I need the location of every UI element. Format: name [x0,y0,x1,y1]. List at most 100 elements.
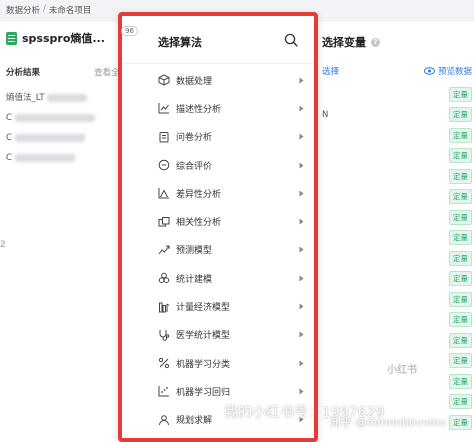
quantitative-tag: 定量 [449,168,472,184]
chevron-right-icon [299,331,304,338]
algorithm-category-label: 医学统计模型 [176,331,231,342]
algorithm-category-item[interactable]: 计量经济模型 [158,292,304,320]
variable-tabs: 选择 预览数据 [322,65,472,77]
chevron-right-icon [299,190,304,197]
variable-row[interactable]: 定量 [322,166,472,187]
quantitative-tag: 定量 [449,189,472,205]
quantitative-tag: 定量 [449,312,472,328]
quantitative-tag: 定量 [449,86,472,102]
variable-row[interactable]: 定量 [322,248,472,269]
algorithm-category-list: 数据处理描述性分析问卷分析综合评价差异性分析相关性分析预测模型统计建模计量经济模… [158,66,304,442]
algorithm-panel-header: 选择算法 [122,16,314,64]
search-icon[interactable] [284,33,298,47]
percent-icon [158,358,170,369]
redacted-text [47,93,88,102]
bars-icon [159,302,170,313]
algorithm-category-item[interactable]: 差异性分析 [158,179,304,207]
variable-row[interactable]: 定量 [322,289,472,310]
variable-panel-header: 选择变量 ? [322,34,380,50]
result-item[interactable]: C [6,108,122,128]
line-chart-icon [158,103,169,114]
watermark-right: 知乎 @mmnnbbvvmv [330,416,447,429]
quantitative-tag: 定量 [449,332,472,348]
edge-mark: 2 [0,240,6,250]
redacted-text [14,133,85,142]
quantitative-tag: 定量 [449,373,472,389]
quantitative-tag: 定量 [449,209,472,225]
chevron-right-icon [299,77,304,84]
quantitative-tag: 定量 [449,107,472,123]
algorithm-category-item[interactable]: 医学统计模型 [158,321,304,349]
variable-row[interactable]: 定量 [322,84,472,105]
file-row[interactable]: spsspro熵值... [6,30,105,46]
algorithm-category-item[interactable]: 综合评价 [158,151,304,179]
variable-row[interactable]: 定量 [322,228,472,249]
clipboard-icon [159,131,169,143]
quantitative-tag: 定量 [449,230,472,246]
count-badge: 96 [121,26,138,36]
variable-row[interactable]: 定量 [322,207,472,228]
quantitative-tag: 定量 [449,148,472,164]
algorithm-category-item[interactable]: 相关性分析 [158,207,304,235]
redacted-text [14,113,95,122]
result-item[interactable]: C [6,128,122,148]
triangle-chart-icon [158,188,169,199]
result-item[interactable]: C [6,148,122,168]
algorithm-category-label: 数据处理 [176,76,213,87]
axis-chart-icon [158,386,169,397]
algorithm-category-item[interactable]: 预测模型 [158,236,304,264]
quantitative-tag: 定量 [449,353,472,369]
quantitative-tag: 定量 [449,127,472,143]
variable-name: N [322,109,329,120]
variable-row[interactable]: 定量 [322,146,472,167]
chevron-right-icon [299,218,304,225]
preview-data-button[interactable]: 预览数据 [423,65,472,77]
results-title: 分析结果 [6,68,41,78]
algorithm-category-label: 综合评价 [176,161,213,172]
chevron-right-icon [299,388,304,395]
chevron-right-icon [299,360,304,367]
algorithm-category-label: 机器学习回归 [176,387,231,398]
variable-row[interactable]: 定量 [322,187,472,208]
tab-select[interactable]: 选择 [322,65,339,77]
chevron-right-icon [299,275,304,282]
chevron-right-icon [299,303,304,310]
chevron-right-icon [299,105,304,112]
variable-row[interactable]: 定量 [322,310,472,331]
preview-data-label: 预览数据 [437,67,472,77]
algorithm-category-item[interactable]: 问卷分析 [158,123,304,151]
result-item[interactable]: 熵值法_LT [6,88,122,108]
variable-panel-title: 选择变量 [322,36,366,49]
variable-row[interactable]: N 定量 [322,105,472,126]
copy-squares-icon [158,216,170,227]
algorithm-category-item[interactable]: 机器学习分类 [158,349,304,377]
chevron-right-icon [299,246,304,253]
file-name: spsspro熵值... [22,32,105,45]
cube-icon [158,74,170,86]
breadcrumb: 数据分析 / 未命名项目 [6,4,91,16]
algorithm-category-item[interactable]: 研究模型可视化 [158,434,304,442]
breadcrumb-root[interactable]: 数据分析 [6,4,40,16]
algorithm-category-label: 描述性分析 [176,104,222,115]
results-header: 分析结果 查看全部 [6,66,128,78]
eye-icon [423,67,435,75]
algorithm-category-item[interactable]: 描述性分析 [158,94,304,122]
algorithm-category-label: 预测模型 [176,246,213,257]
stethoscope-icon [159,329,170,341]
algorithm-category-label: 机器学习分类 [176,359,231,370]
algorithm-category-item[interactable]: 统计建模 [158,264,304,292]
variable-row[interactable]: 定量 [322,330,472,351]
variable-row[interactable]: 定量 [322,269,472,290]
algorithm-category-label: 相关性分析 [176,218,222,229]
algorithm-category-item[interactable]: 数据处理 [158,66,304,94]
variable-row[interactable]: 定量 [322,125,472,146]
chevron-right-icon [299,162,304,169]
chat-bubble-icon [158,159,170,171]
person-icon [159,414,169,425]
help-icon[interactable]: ? [371,37,380,47]
algorithm-category-label: 问卷分析 [176,133,213,144]
algorithm-category-label: 统计建模 [176,274,213,285]
redacted-text [14,153,75,162]
three-circles-icon [158,273,170,284]
chevron-right-icon [299,133,304,140]
